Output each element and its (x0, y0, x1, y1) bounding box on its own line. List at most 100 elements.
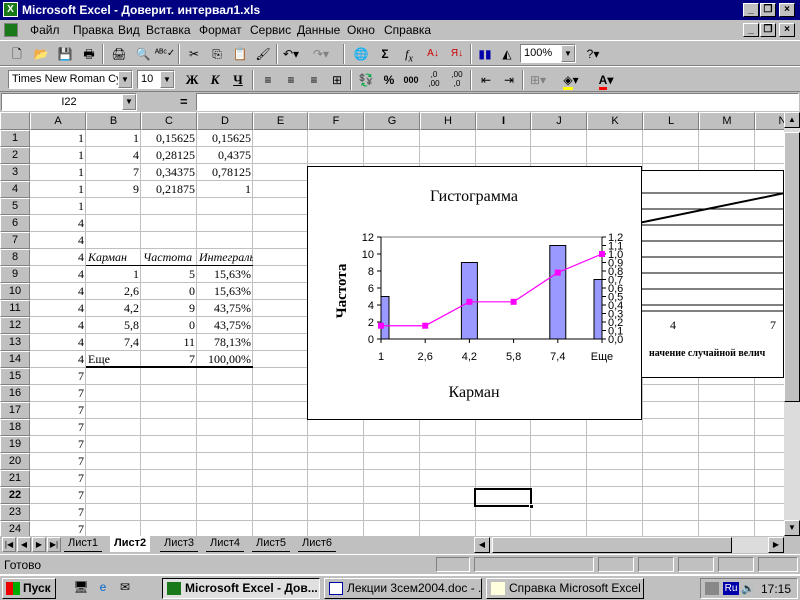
row-header-4[interactable]: 4 (0, 181, 30, 198)
histogram-chart[interactable]: Гистограмма Карман Частота 0 2 4 6 8 10 12 0,0 0… (307, 166, 642, 420)
line-chart[interactable]: 4 7 начение случайной велич (640, 170, 784, 378)
close-button[interactable]: × (779, 3, 795, 17)
row-header-6[interactable]: 6 (0, 215, 30, 232)
open-icon[interactable]: 📂 (30, 44, 52, 64)
row-header-24[interactable]: 24 (0, 521, 30, 536)
taskbar-help[interactable]: Справка Microsoft Excel (486, 578, 644, 599)
column-header-g[interactable]: G (364, 112, 420, 130)
cell-a20[interactable]: 7 (30, 453, 86, 470)
align-right-icon[interactable]: ≡ (303, 70, 325, 90)
freq-table-header[interactable]: Карман (86, 249, 141, 266)
undo-icon[interactable]: ↶▾ (280, 44, 302, 64)
search-icon[interactable]: 🔍 (132, 44, 154, 64)
cell-a22[interactable]: 7 (30, 487, 86, 504)
redo-icon[interactable]: ↷▾ (310, 44, 332, 64)
row-header-3[interactable]: 3 (0, 164, 30, 181)
row-header-23[interactable]: 23 (0, 504, 30, 521)
cell-b4[interactable]: 9 (86, 181, 141, 198)
cell-a24[interactable]: 7 (30, 521, 86, 536)
function-icon[interactable]: fx (398, 44, 420, 64)
hyperlink-icon[interactable]: 🌐 (350, 44, 372, 64)
minimize-button[interactable]: _ (743, 3, 759, 17)
freq-table-cell[interactable]: 100,00% (197, 351, 253, 368)
freq-table-cell[interactable]: 7 (141, 351, 197, 368)
volume-icon[interactable]: 🔊 (741, 582, 755, 595)
format-painter-icon[interactable]: 🖌 (252, 44, 274, 64)
increase-decimal-button[interactable]: ,0 ,00 (423, 70, 445, 90)
sheet-tab-4[interactable]: Лист4 (206, 536, 245, 552)
row-header-7[interactable]: 7 (0, 232, 30, 249)
currency-icon[interactable]: 💱 (355, 70, 377, 90)
row-header-11[interactable]: 11 (0, 300, 30, 317)
row-header-2[interactable]: 2 (0, 147, 30, 164)
column-header-b[interactable]: B (86, 112, 141, 130)
freq-table-cell[interactable]: Еще (86, 351, 141, 368)
cell-a5[interactable]: 1 (30, 198, 86, 215)
sort-ascending-icon[interactable]: A↓ (422, 44, 444, 64)
cell-a8[interactable]: 4 (30, 249, 86, 266)
column-header-a[interactable]: A (30, 112, 86, 130)
fill-handle[interactable] (529, 504, 534, 509)
row-header-12[interactable]: 12 (0, 317, 30, 334)
print-preview-icon[interactable]: 🖨 (108, 44, 130, 64)
prev-sheet-icon[interactable]: ◀ (17, 537, 31, 552)
menu-tools[interactable]: Сервис (250, 23, 291, 37)
doc-restore-button[interactable]: ❐ (760, 23, 776, 37)
freq-table-cell[interactable]: 1 (86, 266, 141, 283)
chevron-down-icon[interactable]: ▼ (561, 45, 575, 62)
freq-table-cell[interactable]: 78,13% (197, 334, 253, 351)
cell-a23[interactable]: 7 (30, 504, 86, 521)
cell-a16[interactable]: 7 (30, 385, 86, 402)
row-header-20[interactable]: 20 (0, 453, 30, 470)
menu-insert[interactable]: Вставка (146, 23, 191, 37)
row-header-17[interactable]: 17 (0, 402, 30, 419)
decrease-decimal-button[interactable]: ,00 ,0 (446, 70, 468, 90)
font-size-select[interactable]: 10 ▼ (137, 70, 175, 89)
underline-button[interactable]: Ч (227, 70, 249, 90)
row-header-10[interactable]: 10 (0, 283, 30, 300)
freq-table-cell[interactable]: 4,2 (86, 300, 141, 317)
copy-icon[interactable]: ⎘ (206, 44, 228, 64)
menu-edit[interactable]: Правка (73, 23, 114, 37)
column-header-i[interactable]: I (476, 112, 531, 130)
chevron-down-icon[interactable]: ▼ (160, 71, 174, 88)
cell-a13[interactable]: 4 (30, 334, 86, 351)
cell-b3[interactable]: 7 (86, 164, 141, 181)
cut-icon[interactable]: ✂ (183, 44, 205, 64)
chevron-down-icon[interactable]: ▼ (122, 94, 136, 110)
row-header-5[interactable]: 5 (0, 198, 30, 215)
scroll-thumb[interactable] (784, 132, 800, 402)
zoom-select[interactable]: 100% ▼ (520, 44, 576, 63)
freq-table-cell[interactable]: 43,75% (197, 300, 253, 317)
row-header-16[interactable]: 16 (0, 385, 30, 402)
column-header-e[interactable]: E (253, 112, 308, 130)
name-box[interactable]: I22 ▼ (1, 93, 137, 111)
formula-input[interactable] (196, 93, 799, 111)
freq-table-cell[interactable]: 7,4 (86, 334, 141, 351)
row-header-18[interactable]: 18 (0, 419, 30, 436)
decrease-indent-icon[interactable]: ⇤ (475, 70, 497, 90)
menu-file[interactable]: Файл (30, 23, 60, 37)
equals-sign[interactable]: = (180, 94, 188, 109)
cell-b1[interactable]: 1 (86, 130, 141, 147)
bold-button[interactable]: Ж (181, 70, 203, 90)
column-header-h[interactable]: H (420, 112, 476, 130)
restore-button[interactable]: ❐ (760, 3, 776, 17)
cell-c1[interactable]: 0,15625 (141, 130, 197, 147)
column-header-d[interactable]: D (197, 112, 253, 130)
doc-minimize-button[interactable]: _ (743, 23, 759, 37)
new-icon[interactable]: 🗋 (6, 44, 28, 64)
taskbar-excel[interactable]: Microsoft Excel - Дов... (162, 578, 320, 599)
column-header-j[interactable]: J (531, 112, 587, 130)
cell-a4[interactable]: 1 (30, 181, 86, 198)
cell-c3[interactable]: 0,34375 (141, 164, 197, 181)
menu-window[interactable]: Окно (347, 23, 375, 37)
freq-table-header[interactable]: Интегральный % (197, 249, 253, 266)
cell-d3[interactable]: 0,78125 (197, 164, 253, 181)
cell-a1[interactable]: 1 (30, 130, 86, 147)
cell-d2[interactable]: 0,4375 (197, 147, 253, 164)
start-button[interactable]: Пуск (2, 578, 56, 599)
cell-a6[interactable]: 4 (30, 215, 86, 232)
font-color-icon[interactable]: A▾ (595, 70, 617, 90)
menu-view[interactable]: Вид (118, 23, 140, 37)
